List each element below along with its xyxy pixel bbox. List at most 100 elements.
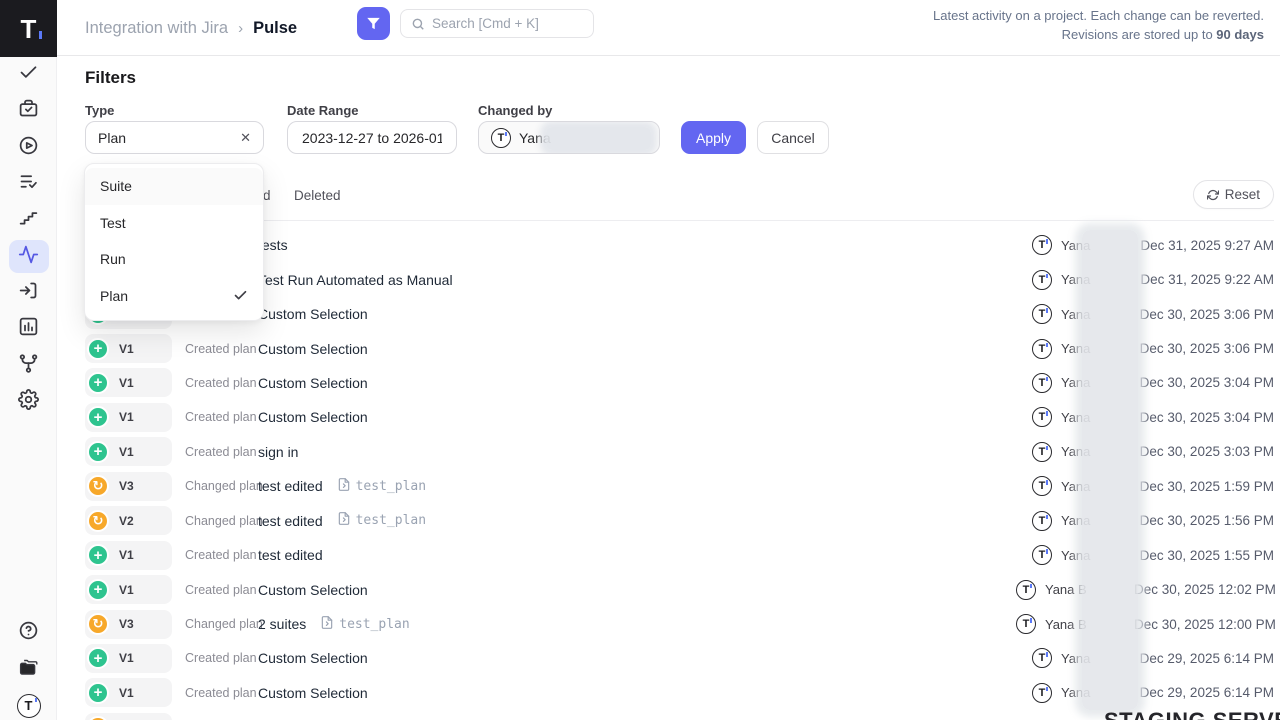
activity-row[interactable]: ↻ (85, 710, 1274, 720)
sidebar-item-tests[interactable] (0, 57, 57, 93)
version-badge: ↻ (85, 713, 172, 720)
version-label: V1 (119, 583, 134, 597)
plus-circle-icon: + (87, 579, 109, 601)
type-select-value: Plan (98, 130, 126, 146)
user-avatar-icon: T (1032, 407, 1052, 427)
user-avatar-icon: T (1032, 235, 1052, 255)
row-timestamp: Dec 30, 2025 1:55 PM (1134, 548, 1274, 563)
row-timestamp: Dec 31, 2025 9:27 AM (1134, 238, 1274, 253)
row-timestamp: Dec 30, 2025 3:04 PM (1134, 410, 1274, 425)
reset-button[interactable]: Reset (1193, 180, 1274, 209)
dropdown-option-run[interactable]: Run (85, 241, 263, 278)
row-title: sign in (258, 444, 298, 460)
row-title: Custom Selection (258, 306, 368, 322)
apply-button[interactable]: Apply (681, 121, 746, 154)
row-title: Custom Selection (258, 650, 368, 666)
user-name: Yana B (1045, 582, 1087, 597)
row-timestamp: Dec 30, 2025 12:02 PM (1134, 582, 1274, 597)
version-badge: +V1 (85, 437, 172, 466)
file-icon (337, 511, 351, 530)
sidebar-item-steps[interactable] (0, 202, 57, 238)
search-input[interactable]: Search [Cmd + K] (400, 9, 594, 38)
version-badge: ↻V3 (85, 472, 172, 501)
breadcrumb-project[interactable]: Integration with Jira (85, 19, 228, 38)
sidebar-item-pulse[interactable] (0, 238, 57, 274)
funnel-icon (366, 16, 381, 31)
sidebar-item-branches[interactable] (0, 347, 57, 383)
user-avatar-icon: T (1032, 442, 1052, 462)
type-select[interactable]: Plan ✕ (85, 121, 264, 154)
redacted-name-blur (546, 127, 651, 150)
tab-deleted[interactable]: Deleted (294, 188, 341, 203)
dropdown-option-plan[interactable]: Plan (85, 278, 263, 315)
list-check-icon (18, 171, 39, 197)
dropdown-option-test[interactable]: Test (85, 205, 263, 242)
row-timestamp: Dec 30, 2025 3:03 PM (1134, 444, 1274, 459)
version-label: V1 (119, 548, 134, 562)
version-label: V1 (119, 376, 134, 390)
version-label: V3 (119, 479, 134, 493)
row-timestamp: Dec 30, 2025 1:56 PM (1134, 513, 1274, 528)
breadcrumb: Integration with Jira › Pulse (85, 0, 297, 56)
action-label: Changed plan (185, 617, 252, 631)
user-name: Yana B (1045, 617, 1087, 632)
action-label: Changed plan (185, 479, 252, 493)
row-title: test edited (258, 478, 323, 494)
date-range-input[interactable]: 2023-12-27 to 2026-01- (287, 121, 457, 154)
staging-watermark: STAGING SERVER (1104, 708, 1280, 720)
app-logo[interactable]: T (0, 0, 57, 57)
changed-by-label: Changed by (478, 103, 552, 118)
sidebar-item-settings[interactable] (0, 384, 57, 420)
steps-icon (18, 207, 39, 233)
sidebar-item-help[interactable] (0, 615, 57, 651)
version-badge: +V1 (85, 334, 172, 363)
selected-check-icon (233, 288, 248, 303)
cancel-button[interactable]: Cancel (757, 121, 829, 154)
version-badge: + V1 (85, 575, 172, 604)
row-title: 2 suites (258, 616, 306, 632)
version-badge: +V1 (85, 678, 172, 707)
version-label: V1 (119, 686, 134, 700)
sidebar-item-results[interactable] (0, 166, 57, 202)
plus-circle-icon: + (87, 544, 109, 566)
row-timestamp: Dec 30, 2025 3:06 PM (1134, 341, 1274, 356)
changed-by-select[interactable]: T Yana (478, 121, 660, 154)
file-reference[interactable]: test_plan (320, 615, 409, 634)
row-title: Custom Selection (258, 375, 368, 391)
date-range-label: Date Range (287, 103, 359, 118)
gear-icon (18, 389, 39, 415)
sidebar-item-import[interactable] (0, 275, 57, 311)
version-badge: +V1 (85, 644, 172, 673)
refresh-circle-icon: ↻ (87, 613, 109, 635)
breadcrumb-page: Pulse (253, 19, 297, 38)
refresh-icon (1207, 189, 1219, 201)
dropdown-option-suite[interactable]: Suite (85, 168, 263, 205)
plus-circle-icon: + (87, 406, 109, 428)
tab-partially-hidden[interactable]: d (263, 188, 271, 203)
sidebar-item-projects[interactable] (0, 651, 57, 687)
help-circle-icon (18, 620, 39, 646)
sidebar-item-analytics[interactable] (0, 311, 57, 347)
file-reference[interactable]: test_plan (337, 511, 426, 530)
refresh-circle-icon: ↻ (87, 510, 109, 532)
action-label: Created plan (185, 651, 252, 665)
action-label: Created plan (185, 342, 252, 356)
redacted-names-blur (1082, 230, 1138, 710)
sidebar-item-runs[interactable] (0, 130, 57, 166)
user-avatar-icon: T (1032, 648, 1052, 668)
filter-toggle-button[interactable] (357, 7, 390, 40)
user-avatar-icon: T (1032, 373, 1052, 393)
user-avatar-icon: T (1032, 270, 1052, 290)
search-placeholder: Search [Cmd + K] (432, 16, 539, 31)
file-icon (337, 477, 351, 496)
sidebar-item-account[interactable]: T (0, 688, 57, 720)
action-label: Created plan (185, 445, 252, 459)
row-timestamp: Dec 30, 2025 3:06 PM (1134, 307, 1274, 322)
row-timestamp: Dec 30, 2025 1:59 PM (1134, 479, 1274, 494)
row-timestamp: Dec 29, 2025 6:14 PM (1134, 651, 1274, 666)
clear-type-icon[interactable]: ✕ (240, 130, 251, 146)
user-avatar-icon: T (1032, 476, 1052, 496)
row-title: Test Run Automated as Manual (258, 272, 453, 288)
sidebar-item-test-plans[interactable] (0, 93, 57, 129)
file-reference[interactable]: test_plan (337, 477, 426, 496)
